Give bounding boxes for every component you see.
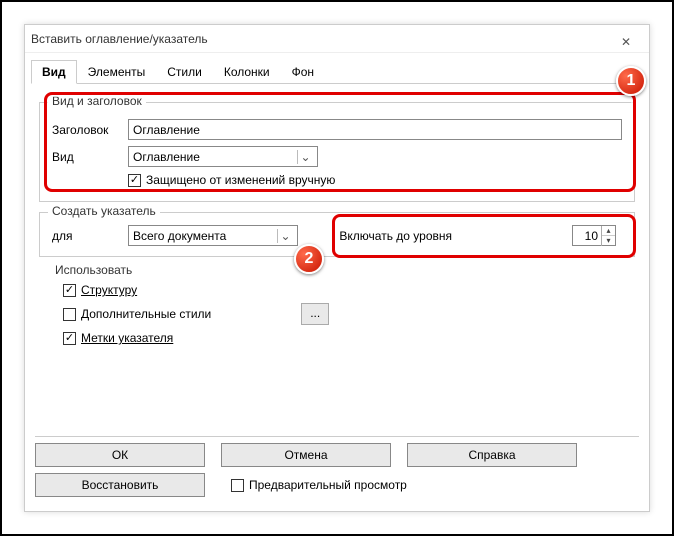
tab-elements[interactable]: Элементы <box>77 60 157 84</box>
tab-background[interactable]: Фон <box>281 60 325 84</box>
window-title: Вставить оглавление/указатель <box>31 25 208 53</box>
preview-label: Предварительный просмотр <box>249 478 407 492</box>
screenshot-frame: Вставить оглавление/указатель ✕ Вид Элем… <box>0 0 674 536</box>
addstyles-button[interactable]: ... <box>301 303 329 325</box>
legend-create-index: Создать указатель <box>48 204 160 218</box>
protect-checkbox[interactable] <box>128 174 141 187</box>
chevron-down-icon[interactable]: ▾ <box>602 236 615 246</box>
restore-button[interactable]: Восстановить <box>35 473 205 497</box>
tab-columns[interactable]: Колонки <box>213 60 281 84</box>
tab-styles[interactable]: Стили <box>156 60 213 84</box>
titlebar: Вставить оглавление/указатель ✕ <box>25 25 649 53</box>
fieldset-create-index: Создать указатель для Всего документа ⌄ … <box>39 212 635 257</box>
tab-view[interactable]: Вид <box>31 60 77 84</box>
type-select[interactable]: Оглавление ⌄ <box>128 146 318 167</box>
legend-title: Вид и заголовок <box>48 94 146 108</box>
marks-checkbox[interactable] <box>63 332 76 345</box>
level-spinner[interactable]: ▴ ▾ <box>572 225 616 246</box>
ok-button[interactable]: ОК <box>35 443 205 467</box>
level-input[interactable] <box>573 228 601 244</box>
fieldset-title: Вид и заголовок Заголовок Вид Оглавление… <box>39 102 635 202</box>
close-icon[interactable]: ✕ <box>609 28 643 50</box>
label-type: Вид <box>52 150 128 164</box>
protect-label: Защищено от изменений вручную <box>146 173 335 187</box>
preview-checkbox[interactable] <box>231 479 244 492</box>
title-input[interactable] <box>128 119 622 140</box>
structure-checkbox[interactable] <box>63 284 76 297</box>
button-bar: ОК Отмена Справка Восстановить Предварит… <box>31 436 643 503</box>
dialog-content: Вид и заголовок Заголовок Вид Оглавление… <box>25 84 649 377</box>
addstyles-label: Дополнительные стили <box>81 307 211 321</box>
dialog-window: Вставить оглавление/указатель ✕ Вид Элем… <box>24 24 650 512</box>
fieldset-use: Использовать Структуру Дополнительные ст… <box>39 263 635 359</box>
spinner-arrows[interactable]: ▴ ▾ <box>601 226 615 246</box>
tab-strip: Вид Элементы Стили Колонки Фон <box>31 59 643 84</box>
cancel-button[interactable]: Отмена <box>221 443 391 467</box>
chevron-down-icon: ⌄ <box>297 150 313 164</box>
label-title: Заголовок <box>52 123 128 137</box>
structure-label: Структуру <box>81 283 137 297</box>
for-select-value: Всего документа <box>133 229 226 243</box>
for-select[interactable]: Всего документа ⌄ <box>128 225 298 246</box>
chevron-down-icon: ⌄ <box>277 229 293 243</box>
legend-use: Использовать <box>51 263 623 277</box>
addstyles-checkbox[interactable] <box>63 308 76 321</box>
marks-label: Метки указателя <box>81 331 173 345</box>
help-button[interactable]: Справка <box>407 443 577 467</box>
label-level: Включать до уровня <box>339 229 452 243</box>
type-select-value: Оглавление <box>133 150 200 164</box>
label-for: для <box>52 229 128 243</box>
chevron-up-icon[interactable]: ▴ <box>602 226 615 236</box>
